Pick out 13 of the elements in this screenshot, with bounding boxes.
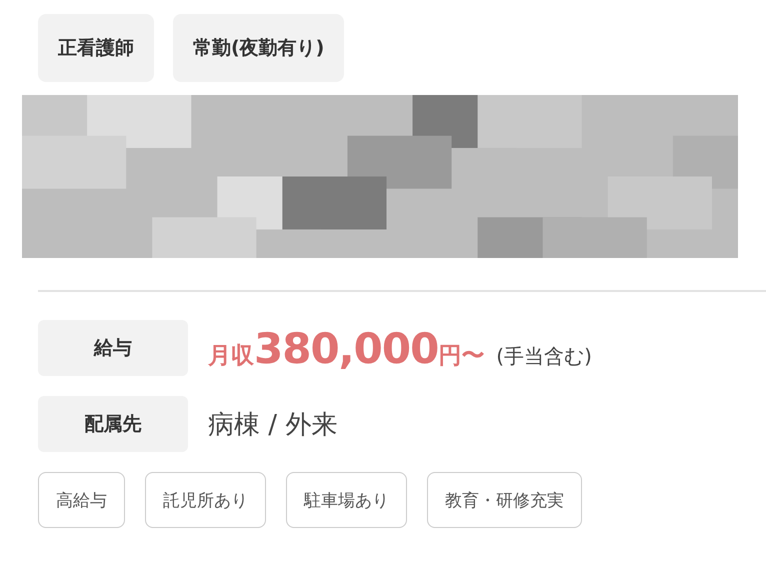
detail-value: 病棟 / 外来 xyxy=(208,408,338,442)
salary-amount: 380,000 xyxy=(254,324,438,372)
feature-tag: 駐車場あり xyxy=(286,472,407,528)
salary-prefix: 月収 xyxy=(208,342,254,370)
detail-label: 給与 xyxy=(38,320,188,376)
feature-tag: 託児所あり xyxy=(145,472,266,528)
feature-tag: 教育・研修充実 xyxy=(427,472,582,528)
salary-note: (手当含む) xyxy=(496,342,592,370)
category-tag: 常勤(夜勤有り) xyxy=(173,14,344,82)
category-tag: 正看護師 xyxy=(38,14,154,82)
salary-unit: 円〜 xyxy=(438,342,484,370)
detail-label: 配属先 xyxy=(38,396,188,452)
feature-tag: 高給与 xyxy=(38,472,125,528)
